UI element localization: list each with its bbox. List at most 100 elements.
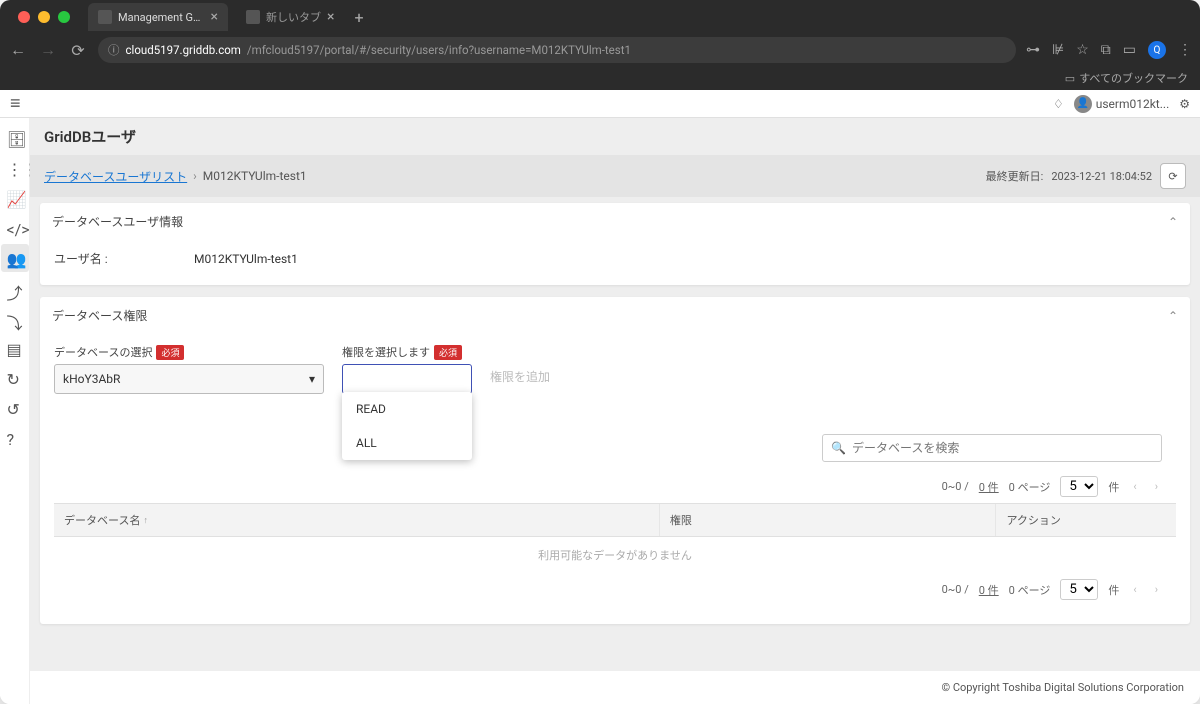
reload-button[interactable]: ⟳ [68,41,88,60]
column-action: アクション [996,504,1176,536]
pagination-total: 0 件 [979,479,999,495]
browser-tab-active[interactable]: Management GUI for GridDB × [88,3,228,31]
side-panel-icon[interactable]: ▭ [1123,42,1136,58]
bookmarks-label[interactable]: すべてのブックマーク [1079,70,1188,86]
sidebar-item-cluster[interactable]: ⋮⋮ [1,154,29,182]
sidebar-item-chart[interactable]: 📈 [1,184,29,212]
sidebar-item-history[interactable]: ↺ [1,394,29,422]
permission-panel: データベース権限 ⌃ データベースの選択 必須 kHoY3AbR [40,297,1190,624]
permission-option-all[interactable]: ALL [342,426,472,460]
required-badge: 必須 [434,345,462,360]
new-tab-button[interactable]: + [354,8,363,27]
permission-select[interactable] [342,364,472,394]
table-empty-message: 利用可能なデータがありません [54,537,1176,573]
url-path: /mfcloud5197/portal/#/security/users/inf… [247,43,631,57]
search-field[interactable] [852,441,1153,455]
sidebar-item-logs[interactable]: ▤ [1,334,29,362]
translate-icon[interactable]: ⊯ [1052,42,1064,58]
sidebar: 🗄 ⋮⋮ 📈 </> 👥 ⤴ ⤵ ▤ ↻ ↺ ? [0,118,30,704]
user-menu[interactable]: 👤 userm012kt... [1074,95,1170,113]
breadcrumb-link[interactable]: データベースユーザリスト [44,168,187,185]
favicon-icon [98,10,112,24]
next-page-button[interactable]: › [1151,583,1162,596]
column-permission[interactable]: 権限 [660,504,997,536]
required-badge: 必須 [156,345,184,360]
pagination-page-label: 0 ページ [1009,479,1051,495]
sidebar-item-jobs[interactable]: ↻ [1,364,29,392]
db-select-label: データベースの選択 [54,344,152,360]
username-field-value: M012KTYUlm-test1 [194,252,298,266]
database-select[interactable]: kHoY3AbR ▾ [54,364,324,394]
username-label: userm012kt... [1096,97,1170,111]
add-permission-button: 権限を追加 [490,344,550,385]
pagination-page-label: 0 ページ [1009,582,1051,598]
panel-header[interactable]: データベースユーザ情報 ⌃ [40,203,1190,240]
username-field-label: ユーザ名 : [54,250,194,267]
chevron-up-icon[interactable]: ⌃ [1168,309,1178,323]
breadcrumb-current: M012KTYUlm-test1 [203,169,307,183]
window-close-icon[interactable] [18,11,30,23]
chevron-up-icon[interactable]: ⌃ [1168,215,1178,229]
table-header: データベース名 ↑ 権限 アクション [54,503,1176,537]
page-title: GridDBユーザ [30,118,1200,155]
permission-select-label: 権限を選択します [342,344,430,360]
pagination-top: 0~0 / 0 件 0 ページ 5 件 ‹ › [54,470,1176,503]
panel-title: データベースユーザ情報 [52,213,183,230]
url-host: cloud5197.griddb.com [126,43,241,57]
pagination-range: 0~0 / [942,480,969,493]
database-search-input[interactable]: 🔍 [822,434,1162,462]
pagination-bottom: 0~0 / 0 件 0 ページ 5 件 ‹ › [54,573,1176,606]
pagination-unit: 件 [1108,582,1119,598]
last-updated-value: 2023-12-21 18:04:52 [1051,170,1152,183]
settings-icon[interactable]: ⚙ [1179,97,1190,111]
site-info-icon[interactable]: ⓘ [108,42,120,58]
favicon-icon [246,10,260,24]
panel-header[interactable]: データベース権限 ⌃ [40,297,1190,334]
pagination-range: 0~0 / [942,583,969,596]
user-avatar-icon: 👤 [1074,95,1092,113]
notifications-icon[interactable]: ♢ [1053,97,1064,111]
window-maximize-icon[interactable] [58,11,70,23]
extensions-icon[interactable]: ⧉ [1101,42,1111,58]
permission-option-read[interactable]: READ [342,392,472,426]
back-button[interactable]: ← [8,40,28,60]
menu-icon[interactable]: ⋮ [1178,42,1192,58]
footer-copyright: © Copyright Toshiba Digital Solutions Co… [30,670,1200,704]
search-icon: 🔍 [831,441,846,455]
tab-title: Management GUI for GridDB [118,11,205,24]
column-database-name[interactable]: データベース名 ↑ [54,504,660,536]
chevron-down-icon: ▾ [309,372,315,386]
permission-dropdown: READ ALL [342,392,472,460]
sidebar-item-download[interactable]: ⤵ [1,304,29,332]
window-minimize-icon[interactable] [38,11,50,23]
sidebar-item-help[interactable]: ? [1,424,29,452]
tab-close-icon[interactable]: × [327,9,334,25]
bookmark-star-icon[interactable]: ☆ [1076,42,1089,58]
forward-button[interactable]: → [38,40,58,60]
profile-avatar-icon[interactable]: Q [1148,41,1166,59]
pagination-total: 0 件 [979,582,999,598]
password-icon[interactable]: ⊶ [1026,42,1040,58]
panel-title: データベース権限 [52,307,147,324]
breadcrumb: データベースユーザリスト › M012KTYUlm-test1 最終更新日: 2… [30,155,1200,197]
prev-page-button[interactable]: ‹ [1129,583,1140,596]
menu-toggle-button[interactable]: ≡ [10,93,21,114]
sidebar-item-upload[interactable]: ⤴ [1,274,29,302]
database-select-value: kHoY3AbR [63,372,120,386]
refresh-button[interactable]: ⟳ [1160,163,1186,189]
next-page-button[interactable]: › [1151,480,1162,493]
address-bar[interactable]: ⓘ cloud5197.griddb.com/mfcloud5197/porta… [98,37,1016,63]
browser-tab-inactive[interactable]: 新しいタブ × [236,3,344,31]
chevron-right-icon: › [193,169,197,183]
page-size-select[interactable]: 5 [1060,476,1098,497]
prev-page-button[interactable]: ‹ [1129,480,1140,493]
sidebar-item-database[interactable]: 🗄 [1,124,29,152]
last-updated-label: 最終更新日: [986,168,1044,184]
user-info-panel: データベースユーザ情報 ⌃ ユーザ名 : M012KTYUlm-test1 [40,203,1190,285]
bookmarks-folder-icon[interactable]: ▭ [1065,72,1075,85]
sidebar-item-users[interactable]: 👥 [1,244,29,272]
sort-arrow-icon: ↑ [143,515,148,526]
sidebar-item-query[interactable]: </> [1,214,29,242]
tab-close-icon[interactable]: × [211,9,218,25]
page-size-select[interactable]: 5 [1060,579,1098,600]
